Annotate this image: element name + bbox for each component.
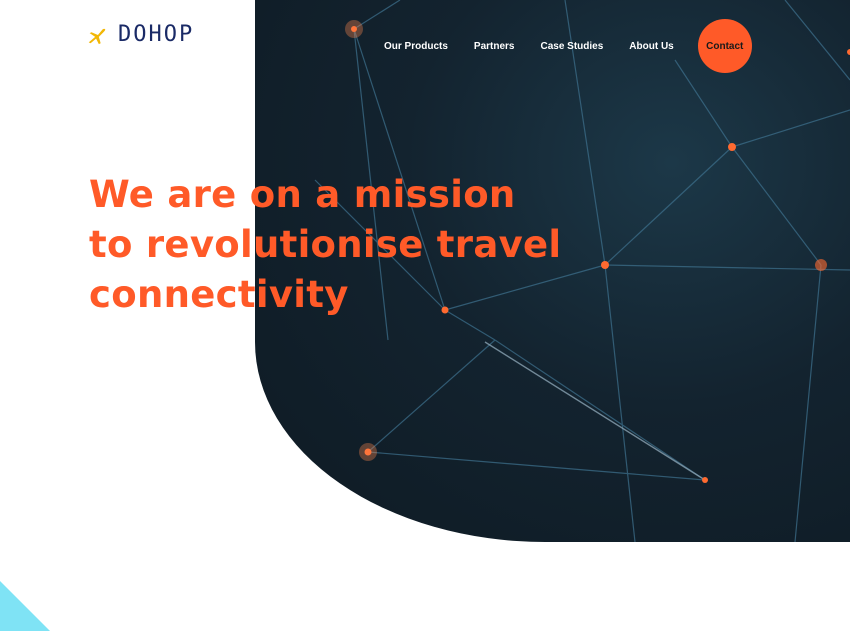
hero-line-1: We are on a mission: [89, 173, 516, 216]
hero-line-2: to revolutionise travel: [89, 223, 562, 266]
brand-logo[interactable]: DOHOP: [86, 22, 194, 47]
plane-icon: [88, 28, 106, 44]
hero-headline: We are on a mission to revolutionise tra…: [89, 170, 569, 320]
nav-about-us[interactable]: About Us: [629, 41, 673, 52]
corner-decoration: [0, 581, 50, 631]
brand-name: DOHOP: [118, 22, 195, 47]
contact-button[interactable]: Contact: [697, 19, 752, 73]
hero-line-3: connectivity: [89, 273, 349, 316]
nav-case-studies[interactable]: Case Studies: [540, 41, 603, 52]
nav-our-products[interactable]: Our Products: [384, 41, 448, 52]
nav-partners[interactable]: Partners: [474, 41, 515, 52]
main-nav: Our Products Partners Case Studies About…: [384, 19, 752, 73]
